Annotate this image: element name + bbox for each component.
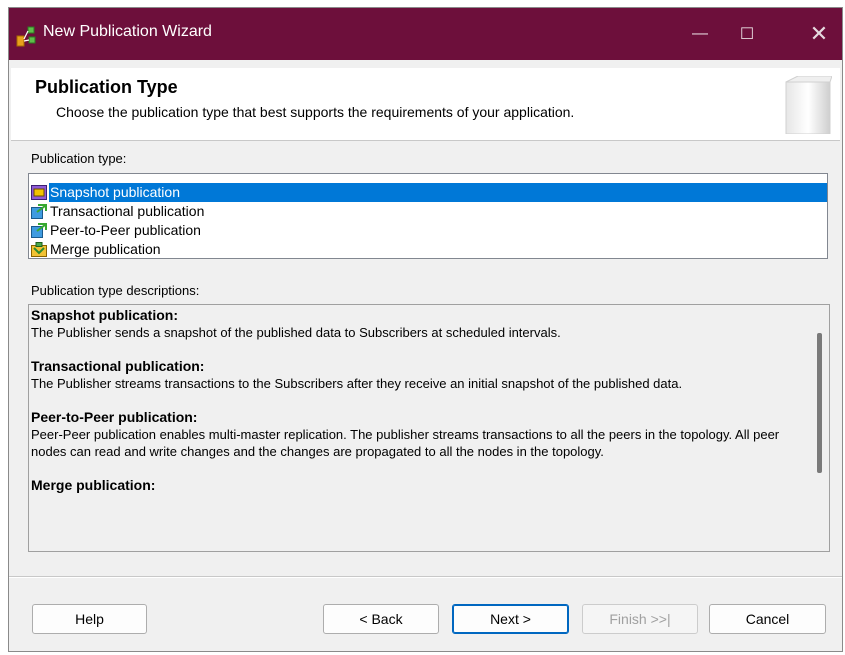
maximize-button[interactable]: ☐ (725, 8, 769, 60)
snapshot-publication-icon (31, 185, 47, 200)
descriptions-textbox[interactable]: Snapshot publication: The Publisher send… (28, 304, 830, 552)
description-heading: Snapshot publication: (31, 307, 178, 323)
description-text: The Publisher streams transactions to th… (31, 376, 683, 391)
back-button[interactable]: < Back (323, 604, 439, 634)
transactional-publication-icon (31, 204, 47, 219)
page-header: Publication Type Choose the publication … (11, 68, 840, 141)
descriptions-label: Publication type descriptions: (31, 283, 200, 298)
wizard-app-icon (16, 26, 36, 47)
help-button[interactable]: Help (32, 604, 147, 634)
page-subtitle: Choose the publication type that best su… (56, 104, 575, 120)
description-text: The Publisher sends a snapshot of the pu… (31, 325, 561, 340)
description-heading: Transactional publication: (31, 358, 205, 374)
list-item-peer-to-peer-publication[interactable]: Peer-to-Peer publication (30, 221, 826, 240)
wizard-window: New Publication Wizard — ☐ ✕ Publication… (8, 7, 843, 652)
description-text: Peer-Peer publication enables multi-mast… (31, 427, 780, 459)
finish-button[interactable]: Finish >>| (582, 604, 698, 634)
list-item-transactional-publication[interactable]: Transactional publication (30, 202, 826, 221)
wizard-banner-icon (785, 76, 832, 134)
publication-type-list[interactable]: Snapshot publication Transactional publi… (28, 173, 828, 259)
title-bar: New Publication Wizard — ☐ ✕ (9, 8, 842, 60)
list-item-label: Merge publication (50, 241, 161, 257)
cancel-button[interactable]: Cancel (709, 604, 826, 634)
list-item-label: Transactional publication (50, 203, 205, 219)
merge-publication-icon (31, 242, 47, 257)
peer-to-peer-publication-icon (31, 223, 47, 238)
window-title: New Publication Wizard (43, 23, 212, 40)
minimize-button[interactable]: — (678, 8, 722, 60)
next-button[interactable]: Next > (452, 604, 569, 634)
list-item-snapshot-publication[interactable]: Snapshot publication (30, 183, 827, 202)
descriptions-content: Snapshot publication: The Publisher send… (31, 307, 813, 494)
list-item-label: Peer-to-Peer publication (50, 222, 201, 238)
publication-type-label: Publication type: (31, 151, 127, 166)
page-title: Publication Type (35, 77, 178, 97)
close-button[interactable]: ✕ (797, 8, 841, 60)
button-separator (9, 576, 842, 578)
list-item-label: Snapshot publication (49, 183, 827, 202)
description-heading: Peer-to-Peer publication: (31, 409, 198, 425)
description-heading: Merge publication: (31, 477, 156, 493)
vertical-scrollbar-thumb[interactable] (817, 333, 822, 473)
list-item-merge-publication[interactable]: Merge publication (30, 240, 826, 259)
